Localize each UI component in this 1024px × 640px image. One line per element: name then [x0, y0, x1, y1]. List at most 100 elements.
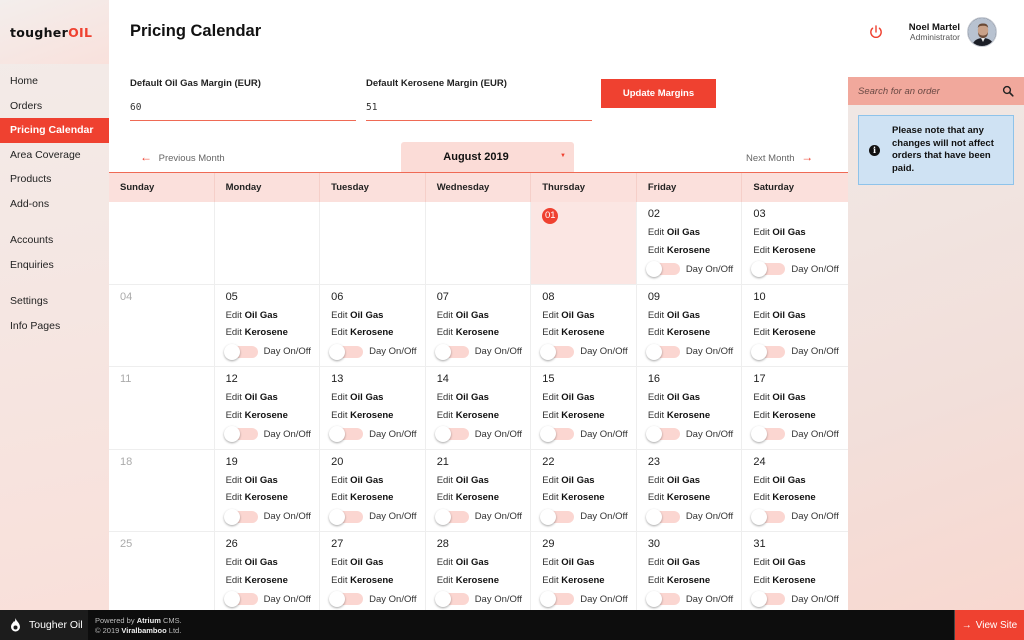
edit-kerosene-link[interactable]: Edit Kerosene	[542, 572, 636, 590]
calendar-day-01: 01	[531, 202, 637, 284]
edit-kerosene-link[interactable]: Edit Kerosene	[753, 407, 848, 425]
sidebar-item-home[interactable]: Home	[0, 69, 109, 94]
sidebar-item-products[interactable]: Products	[0, 167, 109, 192]
edit-oil-gas-link[interactable]: Edit Oil Gas	[542, 554, 636, 572]
edit-kerosene-link[interactable]: Edit Kerosene	[542, 407, 636, 425]
edit-kerosene-link[interactable]: Edit Kerosene	[331, 489, 425, 507]
day-on-off-toggle[interactable]	[434, 426, 469, 442]
edit-kerosene-link[interactable]: Edit Kerosene	[753, 324, 848, 342]
edit-kerosene-link[interactable]: Edit Kerosene	[331, 407, 425, 425]
day-on-off-toggle[interactable]	[751, 261, 786, 277]
edit-oil-gas-link[interactable]: Edit Oil Gas	[331, 472, 425, 490]
sidebar-item-info-pages[interactable]: Info Pages	[0, 314, 109, 339]
day-on-off-toggle[interactable]	[329, 591, 364, 607]
day-on-off-toggle[interactable]	[751, 426, 786, 442]
edit-oil-gas-link[interactable]: Edit Oil Gas	[437, 472, 531, 490]
edit-kerosene-link[interactable]: Edit Kerosene	[437, 324, 531, 342]
next-month-button[interactable]: Next Month →	[746, 150, 813, 164]
edit-oil-gas-link[interactable]: Edit Oil Gas	[648, 307, 742, 325]
day-on-off-toggle[interactable]	[645, 508, 680, 525]
day-on-off-toggle[interactable]	[329, 426, 364, 442]
day-on-off-toggle[interactable]	[645, 343, 680, 360]
day-on-off-toggle[interactable]	[540, 426, 575, 442]
edit-kerosene-link[interactable]: Edit Kerosene	[648, 407, 742, 425]
day-on-off-toggle[interactable]	[434, 508, 469, 525]
edit-kerosene-link[interactable]: Edit Kerosene	[648, 489, 742, 507]
day-on-off-toggle[interactable]	[434, 343, 469, 360]
update-margins-button[interactable]: Update Margins	[601, 79, 716, 108]
sidebar-item-add-ons[interactable]: Add-ons	[0, 192, 109, 217]
edit-oil-gas-link[interactable]: Edit Oil Gas	[331, 554, 425, 572]
edit-oil-gas-link[interactable]: Edit Oil Gas	[226, 554, 320, 572]
edit-oil-gas-link[interactable]: Edit Oil Gas	[226, 307, 320, 325]
logo[interactable]: tougherOIL	[10, 25, 92, 40]
edit-oil-gas-link[interactable]: Edit Oil Gas	[437, 554, 531, 572]
user-avatar[interactable]	[967, 17, 997, 47]
search-icon[interactable]	[1002, 85, 1014, 97]
sidebar-item-settings[interactable]: Settings	[0, 289, 109, 314]
day-on-off-toggle[interactable]	[434, 591, 469, 607]
edit-kerosene-link[interactable]: Edit Kerosene	[437, 407, 531, 425]
edit-kerosene-link[interactable]: Edit Kerosene	[437, 489, 531, 507]
edit-oil-gas-link[interactable]: Edit Oil Gas	[437, 389, 531, 407]
edit-oil-gas-link[interactable]: Edit Oil Gas	[437, 307, 531, 325]
edit-oil-gas-link[interactable]: Edit Oil Gas	[331, 307, 425, 325]
order-search-input[interactable]	[858, 85, 1002, 97]
edit-oil-gas-link[interactable]: Edit Oil Gas	[753, 224, 848, 242]
edit-oil-gas-link[interactable]: Edit Oil Gas	[753, 307, 848, 325]
edit-kerosene-link[interactable]: Edit Kerosene	[226, 489, 320, 507]
day-on-off-toggle[interactable]	[540, 343, 575, 360]
edit-kerosene-link[interactable]: Edit Kerosene	[437, 572, 531, 590]
edit-oil-gas-link[interactable]: Edit Oil Gas	[753, 389, 848, 407]
edit-oil-gas-link[interactable]: Edit Oil Gas	[331, 389, 425, 407]
edit-oil-gas-link[interactable]: Edit Oil Gas	[648, 389, 742, 407]
edit-kerosene-link[interactable]: Edit Kerosene	[331, 324, 425, 342]
edit-kerosene-link[interactable]: Edit Kerosene	[542, 324, 636, 342]
edit-kerosene-link[interactable]: Edit Kerosene	[226, 407, 320, 425]
edit-oil-gas-link[interactable]: Edit Oil Gas	[648, 224, 742, 242]
day-on-off-toggle[interactable]	[223, 426, 258, 442]
sidebar-item-accounts[interactable]: Accounts	[0, 228, 109, 253]
day-on-off-toggle[interactable]	[751, 508, 786, 525]
day-on-off-toggle[interactable]	[223, 343, 258, 360]
edit-oil-gas-link[interactable]: Edit Oil Gas	[648, 472, 742, 490]
sidebar-item-orders[interactable]: Orders	[0, 94, 109, 119]
sidebar-item-enquiries[interactable]: Enquiries	[0, 253, 109, 278]
day-on-off-toggle[interactable]	[751, 343, 786, 360]
day-on-off-toggle[interactable]	[751, 591, 786, 607]
previous-month-button[interactable]: ← Previous Month	[140, 150, 225, 164]
edit-kerosene-link[interactable]: Edit Kerosene	[226, 324, 320, 342]
edit-kerosene-link[interactable]: Edit Kerosene	[753, 489, 848, 507]
kerosene-margin-input[interactable]	[366, 99, 592, 121]
sidebar-item-area-coverage[interactable]: Area Coverage	[0, 143, 109, 168]
view-site-button[interactable]: → View Site	[954, 610, 1024, 640]
oil-margin-input[interactable]	[130, 99, 356, 121]
edit-kerosene-link[interactable]: Edit Kerosene	[648, 242, 742, 260]
edit-kerosene-link[interactable]: Edit Kerosene	[753, 242, 848, 260]
edit-oil-gas-link[interactable]: Edit Oil Gas	[542, 389, 636, 407]
day-on-off-toggle[interactable]	[645, 591, 680, 607]
month-select[interactable]: August 2019 ▼	[401, 142, 574, 172]
edit-oil-gas-link[interactable]: Edit Oil Gas	[542, 472, 636, 490]
day-on-off-toggle[interactable]	[223, 508, 258, 525]
edit-oil-gas-link[interactable]: Edit Oil Gas	[753, 472, 848, 490]
day-on-off-toggle[interactable]	[645, 426, 680, 442]
edit-kerosene-link[interactable]: Edit Kerosene	[542, 489, 636, 507]
edit-kerosene-link[interactable]: Edit Kerosene	[648, 324, 742, 342]
day-on-off-toggle[interactable]	[223, 591, 258, 607]
edit-oil-gas-link[interactable]: Edit Oil Gas	[753, 554, 848, 572]
edit-kerosene-link[interactable]: Edit Kerosene	[226, 572, 320, 590]
day-on-off-toggle[interactable]	[645, 261, 680, 277]
sidebar-item-pricing-calendar[interactable]: Pricing Calendar	[0, 118, 109, 143]
day-on-off-toggle[interactable]	[540, 508, 575, 525]
edit-oil-gas-link[interactable]: Edit Oil Gas	[648, 554, 742, 572]
edit-kerosene-link[interactable]: Edit Kerosene	[648, 572, 742, 590]
day-on-off-toggle[interactable]	[540, 591, 575, 607]
edit-oil-gas-link[interactable]: Edit Oil Gas	[542, 307, 636, 325]
edit-oil-gas-link[interactable]: Edit Oil Gas	[226, 389, 320, 407]
day-on-off-toggle[interactable]	[329, 508, 364, 525]
edit-kerosene-link[interactable]: Edit Kerosene	[753, 572, 848, 590]
day-on-off-toggle[interactable]	[329, 343, 364, 360]
edit-kerosene-link[interactable]: Edit Kerosene	[331, 572, 425, 590]
edit-oil-gas-link[interactable]: Edit Oil Gas	[226, 472, 320, 490]
